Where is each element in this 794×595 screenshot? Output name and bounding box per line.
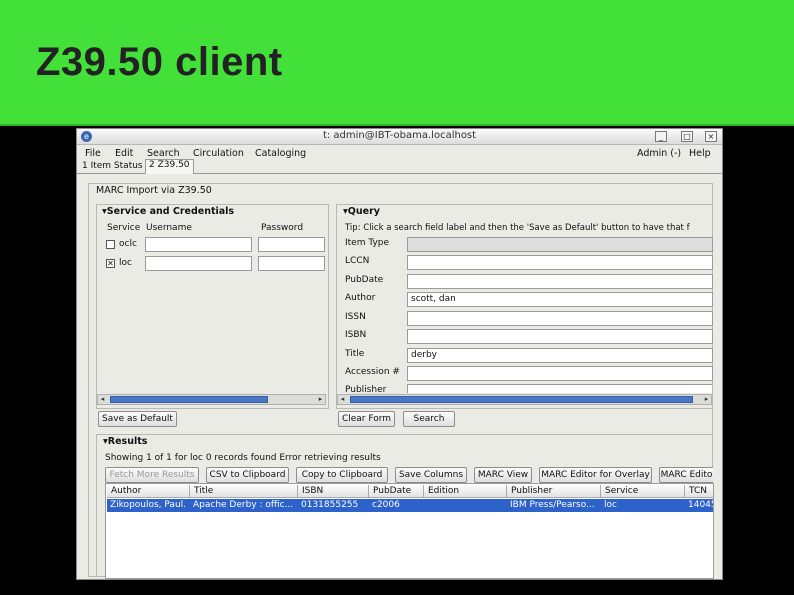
scroll-right-icon[interactable]: ▸ xyxy=(316,395,325,404)
app-icon: e xyxy=(81,131,92,142)
window-title: t: admin@IBT-obama.localhost xyxy=(322,130,477,141)
csv-to-clipboard-button[interactable]: CSV to Clipboard xyxy=(206,467,289,483)
query-legend[interactable]: ▾Query xyxy=(341,206,382,217)
password-column-header: Password xyxy=(261,223,304,233)
column-pubdate[interactable]: PubDate xyxy=(369,485,424,498)
minimize-button[interactable]: _ xyxy=(655,131,667,142)
isbn-label[interactable]: ISBN xyxy=(345,330,366,340)
search-button[interactable]: Search xyxy=(403,411,455,427)
column-publisher[interactable]: Publisher xyxy=(507,485,601,498)
column-isbn[interactable]: ISBN xyxy=(298,485,369,498)
service-credentials-group xyxy=(96,204,329,409)
tab-z3950[interactable]: 2 Z39.50 xyxy=(145,159,194,174)
loc-password-field[interactable] xyxy=(258,256,325,271)
publisher-label[interactable]: Publisher xyxy=(345,385,386,393)
oclc-password-field[interactable] xyxy=(258,237,325,252)
cell-author: Zikopoulos, Paul. xyxy=(110,500,187,510)
menu-admin[interactable]: Admin (-) xyxy=(637,148,681,159)
issn-label[interactable]: ISSN xyxy=(345,312,366,322)
cell-service: loc xyxy=(604,500,617,510)
accession-label[interactable]: Accession # xyxy=(345,367,400,377)
menu-file[interactable]: File xyxy=(85,148,101,159)
results-legend[interactable]: ▾Results xyxy=(101,436,150,447)
maximize-button[interactable]: □ xyxy=(681,131,693,142)
accession-field[interactable] xyxy=(407,366,713,381)
oclc-service-label: oclc xyxy=(119,239,137,249)
issn-field[interactable] xyxy=(407,311,713,326)
scroll-right-icon[interactable]: ▸ xyxy=(702,395,711,404)
item-type-field[interactable] xyxy=(407,237,713,252)
clear-form-button[interactable]: Clear Form xyxy=(338,411,395,427)
menu-edit[interactable]: Edit xyxy=(115,148,133,159)
pubdate-label[interactable]: PubDate xyxy=(345,275,383,285)
slide-header: Z39.50 client xyxy=(0,0,794,126)
column-author[interactable]: Author xyxy=(107,485,190,498)
scroll-thumb[interactable] xyxy=(110,396,268,403)
menu-circulation[interactable]: Circulation xyxy=(193,148,244,159)
cell-isbn: 0131855255 xyxy=(301,500,359,510)
menu-help[interactable]: Help xyxy=(689,148,711,159)
close-button[interactable]: × xyxy=(705,131,717,142)
query-tip: Tip: Click a search field label and then… xyxy=(345,223,690,233)
oclc-username-field[interactable] xyxy=(145,237,252,252)
window-titlebar[interactable]: e t: admin@IBT-obama.localhost _ □ × xyxy=(77,129,722,145)
isbn-field[interactable] xyxy=(407,329,713,344)
menu-search[interactable]: Search xyxy=(147,148,180,159)
results-table[interactable]: Author Title ISBN PubDate Edition Publis… xyxy=(105,483,714,579)
cell-tcn: 14045 xyxy=(688,500,714,510)
tab-bar: 1 Item Status 2 Z39.50 xyxy=(77,159,722,174)
service-credentials-legend[interactable]: ▾Service and Credentials xyxy=(100,206,237,217)
cell-title: Apache Derby : offic... xyxy=(193,500,294,510)
loc-checkbox[interactable]: ✕ xyxy=(106,259,115,268)
loc-service-label: loc xyxy=(119,258,132,268)
fetch-more-results-button[interactable]: Fetch More Results xyxy=(105,467,199,483)
scroll-left-icon[interactable]: ◂ xyxy=(98,395,107,404)
username-column-header: Username xyxy=(146,223,192,233)
lccn-field[interactable] xyxy=(407,255,713,270)
title-label[interactable]: Title xyxy=(345,349,364,359)
loc-username-field[interactable] xyxy=(145,256,252,271)
copy-to-clipboard-button[interactable]: Copy to Clipboard xyxy=(296,467,388,483)
marc-import-legend: MARC Import via Z39.50 xyxy=(94,185,214,196)
cell-pubdate: c2006 xyxy=(372,500,400,510)
item-type-label[interactable]: Item Type xyxy=(345,238,389,248)
slide-title: Z39.50 client xyxy=(36,40,283,84)
column-title[interactable]: Title xyxy=(190,485,298,498)
marc-editor-button[interactable]: MARC Edito xyxy=(659,467,713,483)
tab-item-status[interactable]: 1 Item Status xyxy=(79,161,146,174)
save-as-default-button[interactable]: Save as Default xyxy=(98,411,177,427)
results-status: Showing 1 of 1 for loc 0 records found E… xyxy=(105,453,381,463)
scroll-left-icon[interactable]: ◂ xyxy=(338,395,347,404)
table-row[interactable]: Zikopoulos, Paul. Apache Derby : offic..… xyxy=(107,499,714,512)
scroll-thumb[interactable] xyxy=(350,396,693,403)
publisher-field[interactable] xyxy=(407,384,712,393)
marc-editor-overlay-button[interactable]: MARC Editor for Overlay xyxy=(539,467,652,483)
title-field[interactable]: derby xyxy=(407,348,713,363)
author-label[interactable]: Author xyxy=(345,293,375,303)
save-columns-button[interactable]: Save Columns xyxy=(395,467,467,483)
service-column-header: Service xyxy=(107,223,141,233)
pubdate-field[interactable] xyxy=(407,274,713,289)
lccn-label[interactable]: LCCN xyxy=(345,256,369,266)
cell-publisher: IBM Press/Pearso... xyxy=(510,500,595,510)
column-tcn[interactable]: TCN xyxy=(685,485,713,498)
publisher-row-clip: Publisher xyxy=(338,384,712,393)
column-service[interactable]: Service xyxy=(601,485,685,498)
query-horizontal-scrollbar[interactable]: ◂ ▸ xyxy=(337,394,712,405)
service-horizontal-scrollbar[interactable]: ◂ ▸ xyxy=(97,394,326,405)
column-edition[interactable]: Edition xyxy=(424,485,507,498)
author-field[interactable]: scott, dan xyxy=(407,292,713,307)
menu-cataloging[interactable]: Cataloging xyxy=(255,148,306,159)
marc-view-button[interactable]: MARC View xyxy=(474,467,532,483)
cell-edition xyxy=(424,499,507,512)
oclc-checkbox[interactable] xyxy=(106,240,115,249)
